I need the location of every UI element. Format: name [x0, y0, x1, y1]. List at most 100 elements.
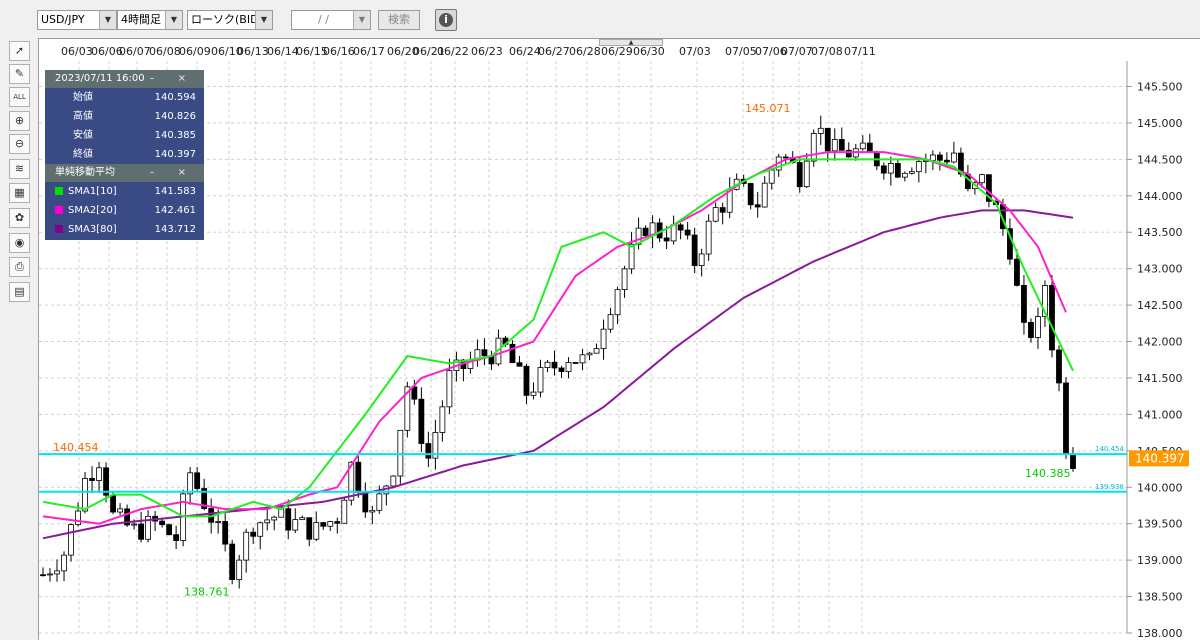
candle [1021, 274, 1027, 335]
tool-sidebar: ➚ ✎ ALL ⊕ ⊖ ≋ ▦ ✿ ◉ ⎙ ▤ [0, 38, 38, 640]
x-tick-label: 07/08 [811, 45, 843, 58]
candle [621, 265, 628, 298]
x-tick-label: 06/23 [471, 45, 503, 58]
price-chart[interactable]: 145.500 145.000 144.500 144.000 143.500 143.0… [39, 39, 1199, 639]
y-tick-label: 142.000 [1137, 336, 1183, 349]
candle [726, 177, 733, 219]
calendar-dropdown-icon[interactable]: ▼ [353, 11, 370, 29]
view-tool-button[interactable]: ◉ [9, 233, 30, 253]
candle [159, 519, 166, 528]
panel-controls[interactable]: – × [149, 164, 196, 182]
candle [222, 513, 229, 552]
sma-row-3: SMA3[80] 143.712 [45, 220, 204, 240]
candle [866, 133, 873, 153]
x-tick-label: 06/29 [601, 45, 633, 58]
candle [544, 359, 551, 373]
candle [397, 429, 404, 484]
y-tick-label: 141.500 [1137, 372, 1183, 385]
candle [838, 127, 845, 151]
x-tick-label: 06/30 [633, 45, 665, 58]
view-icon: ◉ [14, 236, 25, 249]
all-tool-button[interactable]: ALL [9, 87, 30, 107]
y-tick-label: 145.000 [1137, 117, 1183, 130]
y-tick-label: 139.500 [1137, 518, 1183, 531]
period-low-label: 138.761 [184, 586, 230, 599]
panel-controls[interactable]: – × [149, 70, 196, 88]
candle [89, 466, 95, 494]
high-value: 140.826 [154, 111, 196, 122]
candle [61, 551, 67, 582]
chart-type-select[interactable]: ローソク(BID) ▼ [187, 10, 273, 30]
candle [54, 559, 60, 582]
candle [432, 419, 439, 470]
candle [537, 359, 544, 398]
ohlc-row-close: 終値 140.397 [45, 145, 204, 164]
ohlc-panel-header: 2023/07/11 16:00 – × [45, 70, 204, 88]
x-tick-label: 06/13 [237, 45, 269, 58]
period-high-label: 145.071 [745, 102, 791, 115]
candle [593, 343, 600, 354]
candle [747, 182, 754, 210]
candle [509, 340, 516, 364]
candle [40, 567, 46, 577]
ohlc-row-high: 高値 140.826 [45, 107, 204, 126]
zoom-in-tool-button[interactable]: ⊕ [9, 111, 30, 131]
sma1-label: SMA1[10] [68, 186, 117, 197]
candle [439, 400, 446, 442]
x-tick-label: 06/07 [119, 45, 151, 58]
chart-area[interactable]: ▲ 145.500 145.000 144.500 144.000 143.500 143… [38, 38, 1200, 640]
pair-value: USD/JPY [41, 13, 85, 26]
ohlc-row-open: 始値 140.594 [45, 88, 204, 107]
zoom-out-tool-button[interactable]: ⊖ [9, 134, 30, 154]
candle [628, 231, 635, 274]
sma2-value: 142.461 [154, 205, 196, 216]
chart-type-value: ローソク(BID) [191, 13, 263, 26]
candle [187, 467, 194, 505]
candle [579, 348, 586, 371]
info-icon: i [439, 13, 453, 27]
candle [418, 387, 425, 453]
candle [75, 502, 81, 527]
last-low-label: 140.385 [1025, 467, 1071, 480]
sma1-value: 141.583 [154, 186, 196, 197]
candle [880, 162, 887, 180]
sma1-swatch [55, 187, 63, 195]
candle [257, 521, 264, 550]
candle [194, 467, 201, 492]
y-tick-label: 143.000 [1137, 263, 1183, 276]
calc-tool-button[interactable]: ▤ [9, 282, 30, 302]
candle [894, 158, 901, 179]
candle [299, 515, 306, 521]
low-label: 安値 [73, 130, 93, 141]
hline-lower-label: 139.938 [1095, 483, 1124, 491]
candle [96, 461, 102, 494]
y-tick-label: 138.500 [1137, 591, 1183, 604]
interval-select[interactable]: 4時間足 ▼ [117, 10, 183, 30]
zoom-out-icon: ⊖ [14, 137, 25, 150]
candle [369, 505, 376, 525]
palette-tool-button[interactable]: ✿ [9, 208, 30, 228]
candle [327, 520, 334, 531]
pointer-tool-button[interactable]: ➚ [9, 41, 30, 61]
search-button[interactable]: 検索 [378, 10, 420, 30]
info-button[interactable]: i [435, 9, 457, 31]
x-tick-label: 06/14 [267, 45, 299, 58]
candle [810, 129, 817, 167]
candle [558, 365, 565, 378]
print-tool-button[interactable]: ⎙ [9, 257, 30, 277]
y-tick-label: 141.000 [1137, 408, 1183, 421]
candle [1056, 345, 1062, 392]
pair-select[interactable]: USD/JPY ▼ [37, 10, 117, 30]
candle [586, 351, 593, 361]
interval-value: 4時間足 [121, 13, 161, 26]
candle [180, 489, 187, 547]
pen-tool-button[interactable]: ✎ [9, 64, 30, 84]
indicator-tool-button[interactable]: ≋ [9, 159, 30, 179]
sma-row-1: SMA1[10] 141.583 [45, 182, 204, 201]
date-input[interactable]: / / ▼ [291, 10, 371, 30]
palette-icon: ✿ [14, 211, 25, 224]
candle [523, 363, 530, 404]
candle [845, 142, 852, 158]
data-tool-button[interactable]: ▦ [9, 183, 30, 203]
candle [565, 357, 572, 379]
